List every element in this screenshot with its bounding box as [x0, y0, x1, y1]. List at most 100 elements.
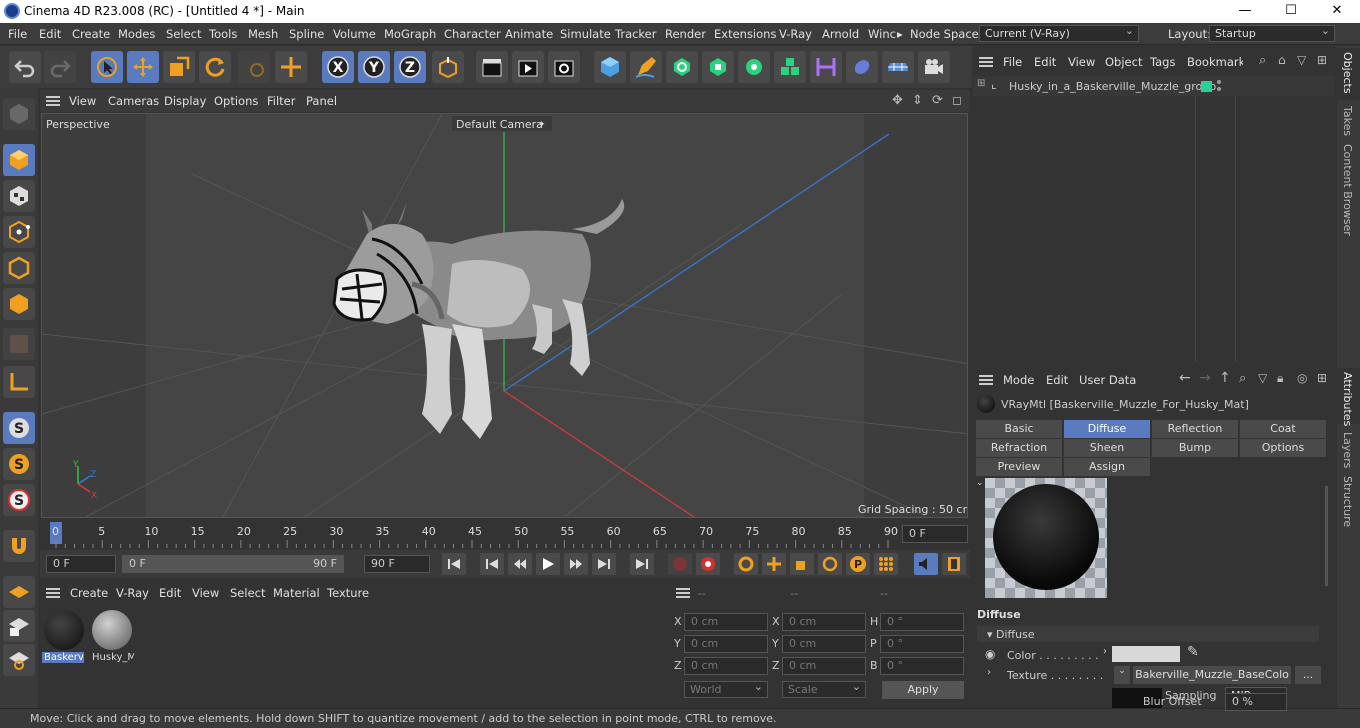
collapse-preview-icon[interactable]: ⌄ — [976, 478, 984, 488]
start-frame-field[interactable]: 0 F — [46, 555, 116, 573]
expand-icon[interactable]: ⊞ — [977, 78, 985, 89]
material-swatch-baskerville[interactable]: Baskervi — [42, 608, 86, 668]
keyframe-selection-button[interactable] — [734, 553, 758, 575]
key-rotation-button[interactable] — [818, 553, 842, 575]
current-frame-field[interactable]: 0 F — [902, 525, 968, 543]
pos-y-field[interactable]: 0 cm — [684, 635, 768, 653]
uv-mode-button[interactable] — [3, 328, 35, 360]
viewport-rotate-icon[interactable]: ⟳ — [932, 93, 943, 108]
material-menu-create[interactable]: Create — [70, 586, 108, 600]
objects-home-icon[interactable]: ⌂ — [1278, 53, 1286, 67]
floor-button[interactable] — [882, 51, 914, 83]
tab-coat[interactable]: Coat — [1240, 420, 1326, 438]
side-tab-layers[interactable]: Layers — [1341, 432, 1354, 468]
attributes-hamburger-icon[interactable] — [979, 375, 993, 385]
play-button[interactable] — [536, 553, 560, 575]
camera-button[interactable] — [918, 51, 950, 83]
texture-more-button[interactable]: ... — [1295, 666, 1321, 684]
menu-animate[interactable]: Animate — [505, 27, 553, 41]
material-menu-select[interactable]: Select — [230, 586, 265, 600]
side-tab-takes[interactable]: Takes — [1341, 106, 1354, 136]
go-to-end-button[interactable] — [630, 553, 654, 575]
snap-button[interactable]: S — [3, 412, 35, 444]
locked-workplane-button[interactable] — [3, 610, 35, 642]
undo-button[interactable] — [9, 51, 41, 83]
color-swatch[interactable] — [1112, 646, 1180, 662]
snap-settings-button[interactable]: S — [3, 448, 35, 480]
tab-preview-settings[interactable]: Preview Settings — [976, 458, 1062, 491]
material-menu-view[interactable]: View — [192, 586, 219, 600]
3d-viewport[interactable]: Perspective Default Camera ✦ Grid Spacin… — [41, 113, 968, 518]
attributes-new-window-icon[interactable]: ⊞ — [1317, 371, 1327, 385]
object-name[interactable]: Husky_in_a_Baskerville_Muzzle_group — [1009, 80, 1216, 93]
record-button[interactable] — [668, 553, 692, 575]
subsection-diffuse[interactable]: ▾ Diffuse — [977, 626, 1319, 642]
z-axis-lock-button[interactable]: Z — [394, 51, 426, 83]
subdivision-surface-button[interactable] — [666, 51, 698, 83]
next-frame-button[interactable] — [564, 553, 588, 575]
menu-create[interactable]: Create — [72, 27, 110, 41]
make-editable-button[interactable] — [3, 98, 35, 130]
viewport-zoom-icon[interactable]: ⇕ — [912, 93, 923, 108]
tab-sheen[interactable]: Sheen — [1064, 439, 1150, 457]
menu-edit[interactable]: Edit — [39, 27, 61, 41]
layout-select[interactable]: Startup — [1209, 23, 1335, 42]
rotate-tool-button[interactable] — [199, 51, 231, 83]
texture-mode-button[interactable] — [3, 180, 35, 212]
x-axis-lock-button[interactable]: X — [322, 51, 354, 83]
tweak-mode-button[interactable] — [3, 530, 35, 562]
tab-diffuse[interactable]: Diffuse — [1064, 420, 1150, 438]
autokey-button[interactable] — [696, 553, 720, 575]
maximize-button[interactable]: ☐ — [1268, 0, 1314, 23]
object-row[interactable]: ⊞ ⌞ Husky_in_a_Baskerville_Muzzle_group — [973, 76, 1335, 96]
attributes-menu-userdata[interactable]: User Data — [1079, 373, 1136, 387]
recent-tool-button[interactable] — [238, 51, 270, 83]
menu-file[interactable]: File — [8, 27, 27, 41]
tab-refraction[interactable]: Refraction — [976, 439, 1062, 457]
edges-mode-button[interactable] — [3, 252, 35, 284]
objects-menu-bookmarks[interactable]: Bookmarks — [1187, 55, 1243, 69]
go-to-start-button[interactable] — [442, 553, 466, 575]
menu-vray[interactable]: V-Ray — [779, 27, 812, 41]
live-selection-button[interactable] — [91, 51, 123, 83]
viewport-menu-panel[interactable]: Panel — [306, 94, 337, 108]
target-icon[interactable]: ◎ — [1297, 371, 1307, 385]
tab-options[interactable]: Options — [1240, 439, 1326, 457]
size-z-field[interactable]: 0 cm — [782, 657, 866, 675]
objects-filter-icon[interactable]: ▽ — [1297, 53, 1306, 67]
viewport-menu-view[interactable]: View — [69, 94, 96, 108]
texture-shader-button[interactable]: Bakerville_Muzzle_BaseColo — [1133, 666, 1291, 684]
objects-new-window-icon[interactable]: ⊞ — [1317, 53, 1327, 67]
model-mode-button[interactable] — [3, 144, 35, 176]
menu-arnold[interactable]: Arnold — [822, 27, 859, 41]
menu-modes[interactable]: Modes — [118, 27, 155, 41]
viewport-toggle-icon[interactable]: ◻ — [952, 93, 962, 107]
viewport-menu-display[interactable]: Display — [164, 94, 206, 108]
rot-h-field[interactable]: 0 ° — [880, 613, 964, 631]
apply-button[interactable]: Apply — [882, 681, 964, 699]
objects-menu-tags[interactable]: Tags — [1150, 55, 1175, 69]
timeline-window-button[interactable] — [942, 553, 966, 575]
menu-character[interactable]: Character — [444, 27, 501, 41]
size-x-field[interactable]: 0 cm — [782, 613, 866, 631]
menu-simulate[interactable]: Simulate — [560, 27, 611, 41]
material-swatch-husky[interactable]: Husky_M — [90, 608, 136, 668]
coordinate-space-select[interactable]: World — [684, 679, 768, 698]
material-menu-edit[interactable]: Edit — [159, 586, 181, 600]
objects-menu-file[interactable]: File — [1003, 55, 1022, 69]
attributes-search-icon[interactable]: ⌕ — [1239, 371, 1246, 386]
material-menu-vray[interactable]: V-Ray — [116, 586, 149, 600]
objects-hamburger-icon[interactable] — [979, 57, 993, 67]
forward-arrow-icon[interactable]: → — [1199, 370, 1211, 386]
scale-tool-button[interactable] — [163, 51, 195, 83]
viewport-hamburger-icon[interactable] — [46, 96, 60, 106]
preview-range-slider[interactable]: 0 F 90 F — [122, 555, 344, 573]
end-frame-field[interactable]: 90 F — [364, 555, 430, 573]
menu-tracker[interactable]: Tracker — [615, 27, 657, 41]
editor-visibility-dot[interactable] — [1217, 80, 1221, 84]
next-key-button[interactable] — [592, 553, 616, 575]
material-tag-icon[interactable] — [1201, 81, 1212, 92]
up-arrow-icon[interactable]: ↑ — [1219, 370, 1231, 386]
menu-spline[interactable]: Spline — [289, 27, 324, 41]
menu-window[interactable]: Winc — [868, 27, 896, 41]
